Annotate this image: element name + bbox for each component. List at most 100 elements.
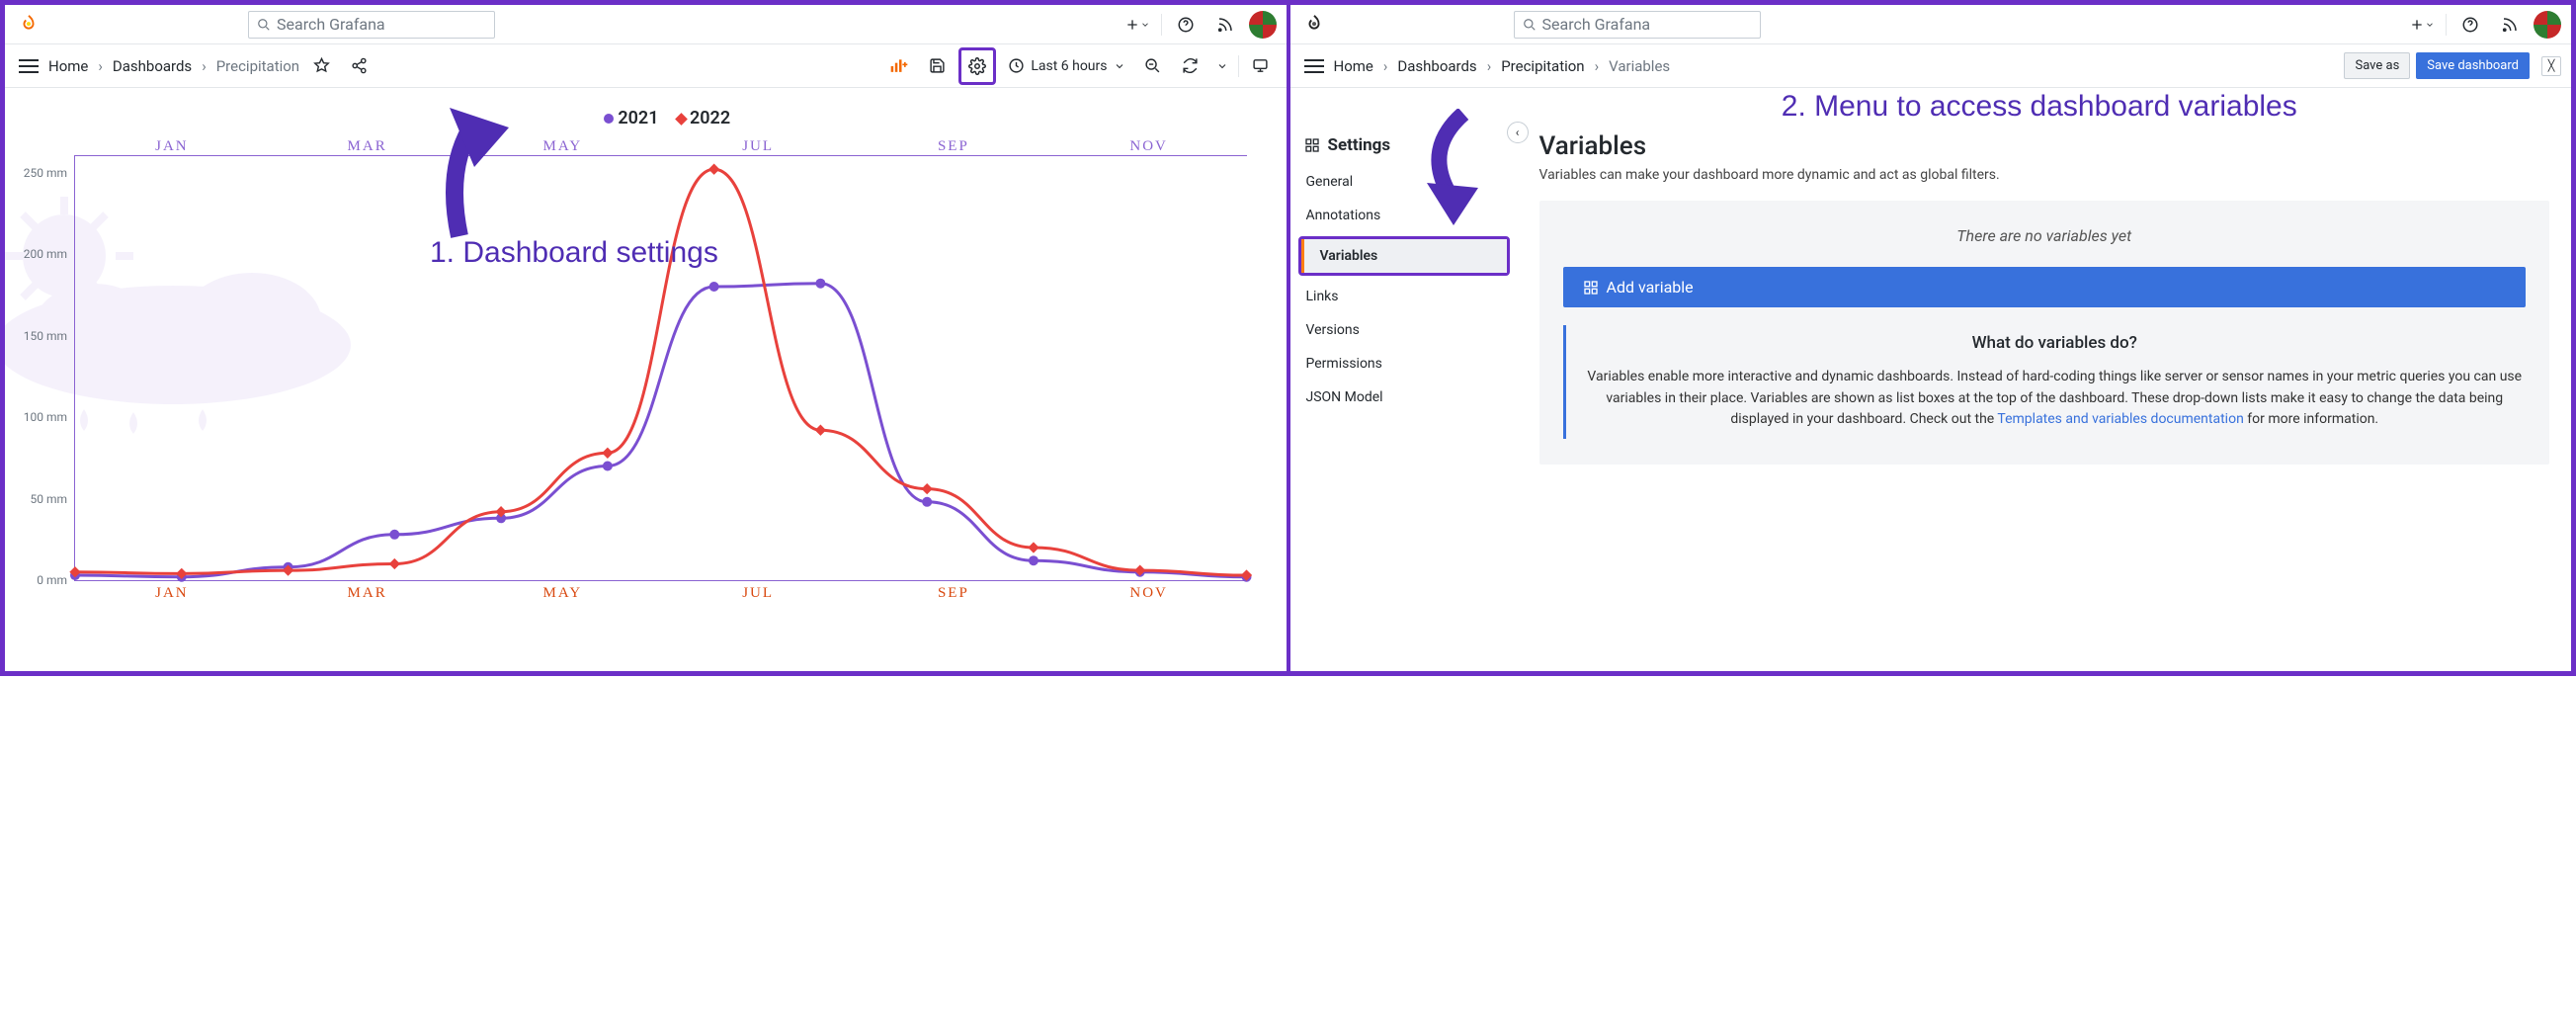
time-range-label: Last 6 hours [1031,58,1107,74]
search-icon [257,18,271,32]
legend-marker-2021 [604,114,614,124]
user-avatar[interactable] [1249,11,1277,39]
gear-icon [968,57,986,75]
rss-button[interactable] [1209,9,1241,41]
menu-toggle[interactable] [15,55,42,77]
legend-label-2022: 2022 [690,108,730,128]
kiosk-button[interactable] [1245,50,1277,82]
settings-button-highlight [958,47,996,85]
user-avatar[interactable] [2534,11,2561,39]
callout-arrow-1 [420,98,539,246]
settings-toolbar: Home › Dashboards › Precipitation › Vari… [1290,44,2572,88]
settings-pane: Search Grafana Home › Dashboards › Preci… [1290,5,2572,671]
empty-state: There are no variables yet Add variable … [1539,201,2550,465]
crumb-dashboards[interactable]: Dashboards [1397,57,1476,75]
sidebar-item-variables[interactable]: Variables [1301,239,1507,273]
refresh-button[interactable] [1175,50,1206,82]
share-icon [351,57,368,74]
grafana-logo-icon[interactable] [15,11,42,39]
bar-chart-plus-icon [889,58,909,74]
help-button[interactable] [1170,9,1202,41]
crumb-home[interactable]: Home [1334,57,1373,75]
add-variable-button[interactable]: Add variable [1563,267,2527,307]
search-icon [1523,18,1537,32]
save-button[interactable] [921,50,953,82]
data-point [922,497,932,507]
add-panel-button[interactable] [883,50,915,82]
data-point [603,462,613,471]
info-heading: What do variables do? [1584,333,2527,353]
refresh-dropdown[interactable] [1212,50,1232,82]
sidebar-item-highlight: Variables [1298,236,1510,276]
data-point [922,483,933,494]
sidebar-item-versions[interactable]: Versions [1290,313,1518,347]
zoom-out-button[interactable] [1137,50,1169,82]
apps-icon [1304,137,1320,153]
crumb-dashboards[interactable]: Dashboards [113,57,192,75]
search-input[interactable]: Search Grafana [248,11,495,39]
add-button[interactable] [1122,9,1153,41]
zoom-out-icon [1144,57,1161,74]
data-point [602,448,613,459]
callout-arrow-2 [1419,109,1498,227]
docs-link[interactable]: Templates and variables documentation [1997,411,2243,427]
share-button[interactable] [343,50,374,82]
save-dashboard-button[interactable]: Save dashboard [2416,52,2530,79]
plus-icon [2409,17,2425,33]
collapse-button[interactable]: ╳ [2541,56,2561,76]
plot-area[interactable]: 0 mm50 mm100 mm150 mm200 mm250 mm [74,156,1247,581]
monitor-icon [1252,57,1269,74]
sidebar-item-permissions[interactable]: Permissions [1290,347,1518,381]
chart-panel: 2021 2022 JAN MAR MAY JUL SEP NOV 0 mm50… [5,88,1287,612]
x-axis-bottom: JAN MAR MAY JUL SEP NOV [74,581,1247,602]
page-subtitle: Variables can make your dashboard more d… [1539,167,2550,183]
plus-icon [1124,17,1140,33]
search-input[interactable]: Search Grafana [1514,11,1761,39]
settings-main: ‹ Variables Variables can make your dash… [1518,118,2572,671]
legend-label-2021: 2021 [618,108,658,128]
settings-button[interactable] [963,52,991,80]
y-tick: 200 mm [24,247,75,261]
data-point [815,279,825,289]
crumb-current: Precipitation [216,57,299,75]
crumb-dashboard[interactable]: Precipitation [1501,57,1584,75]
top-header: Search Grafana [5,5,1287,44]
page-title: Variables [1539,131,2550,161]
y-tick: 250 mm [24,166,75,180]
data-point [708,164,719,175]
grafana-logo-icon[interactable] [1300,11,1328,39]
y-tick: 100 mm [24,410,75,424]
x-axis-top: JAN MAR MAY JUL SEP NOV [74,134,1247,156]
y-tick: 0 mm [37,573,75,587]
menu-toggle[interactable] [1300,55,1328,77]
chevron-down-icon [2425,20,2435,30]
sidebar-item-json-model[interactable]: JSON Model [1290,381,1518,414]
rss-button[interactable] [2494,9,2526,41]
data-point [709,282,719,292]
time-range-picker[interactable]: Last 6 hours [1002,57,1130,74]
data-point [389,530,399,540]
callout-text-1: 1. Dashboard settings [430,236,718,270]
star-button[interactable] [305,50,337,82]
top-header: Search Grafana [1290,5,2572,44]
add-button[interactable] [2406,9,2438,41]
crumb-current: Variables [1609,57,1670,75]
chevron-down-icon [1140,20,1150,30]
save-as-button[interactable]: Save as [2344,52,2410,79]
data-point [389,558,400,569]
info-box: What do variables do? Variables enable m… [1563,325,2527,439]
info-text: Variables enable more interactive and dy… [1584,367,2527,431]
refresh-icon [1182,57,1199,74]
search-placeholder: Search Grafana [277,15,385,34]
clock-icon [1008,57,1025,74]
empty-message: There are no variables yet [1563,226,2527,245]
help-icon [1177,16,1195,34]
chart-legend: 2021 2022 [74,108,1247,128]
dashboard-toolbar: Home › Dashboards › Precipitation Last 6… [5,44,1287,88]
crumb-home[interactable]: Home [48,57,88,75]
help-button[interactable] [2454,9,2486,41]
sidebar-collapse[interactable]: ‹ [1507,122,1529,143]
save-icon [929,57,946,74]
sidebar-item-links[interactable]: Links [1290,280,1518,313]
rss-icon [2501,16,2519,34]
